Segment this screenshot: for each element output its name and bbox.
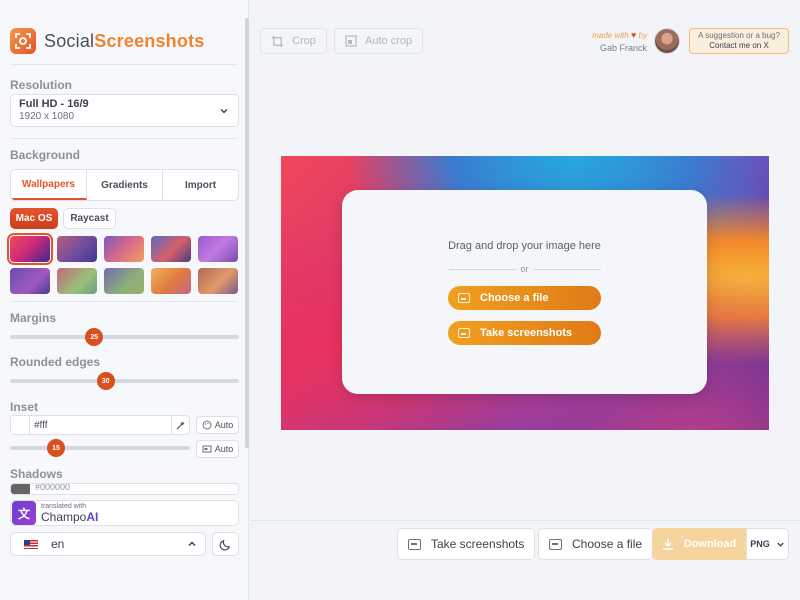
tab-import[interactable]: Import: [163, 170, 238, 200]
bottom-divider: [250, 520, 800, 521]
author-name[interactable]: Gab Franck: [573, 43, 647, 53]
sidebar: SocialScreenshots Resolution Full HD - 1…: [0, 0, 249, 600]
bottom-choose-file-button[interactable]: Choose a file: [538, 528, 654, 560]
inset-title: Inset: [10, 400, 39, 414]
bottom-take-screenshots-label: Take screenshots: [431, 537, 525, 551]
chevron-up-icon: [188, 541, 196, 547]
avatar[interactable]: [654, 28, 680, 54]
translate-icon: 文: [12, 501, 36, 525]
wallpaper-thumb-big-sur-red[interactable]: [7, 233, 53, 265]
take-screenshots-label: Take screenshots: [480, 327, 573, 339]
rounded-edges-title: Rounded edges: [10, 355, 101, 369]
palette-icon: [202, 420, 212, 430]
image-icon: [458, 293, 470, 303]
download-button[interactable]: Download: [652, 528, 746, 560]
image-icon: [202, 445, 212, 453]
wallpaper-thumb-hills-green[interactable]: [57, 268, 97, 294]
tab-wallpapers[interactable]: Wallpapers: [11, 170, 87, 200]
wallpaper-thumb-sunset-purple[interactable]: [104, 236, 144, 262]
logo-icon: [10, 28, 36, 54]
auto-crop-button[interactable]: Auto crop: [334, 28, 424, 54]
choose-file-button[interactable]: Choose a file: [448, 286, 601, 310]
app-logo[interactable]: SocialScreenshots: [10, 28, 204, 54]
screen-icon: [408, 538, 421, 550]
resolution-value: Full HD - 16/9: [19, 98, 89, 110]
contact-button[interactable]: A suggestion or a bug? Contact me on X: [689, 28, 789, 54]
crop-button[interactable]: Crop: [260, 28, 327, 54]
chevron-down-icon: [777, 542, 784, 547]
inset-color-swatch[interactable]: [11, 416, 30, 434]
crop-label: Crop: [292, 35, 316, 47]
app-name: SocialScreenshots: [44, 30, 205, 51]
take-screenshots-button[interactable]: Take screenshots: [448, 321, 601, 345]
inset-color-field[interactable]: #fff: [10, 415, 190, 435]
us-flag-icon: [24, 539, 38, 549]
screen-icon: [458, 328, 470, 338]
wallpaper-thumb-lavender[interactable]: [198, 236, 238, 262]
bottom-choose-file-label: Choose a file: [572, 537, 643, 551]
subtab-raycast[interactable]: Raycast: [63, 208, 116, 229]
margins-title: Margins: [10, 311, 57, 325]
bottom-take-screenshots-button[interactable]: Take screenshots: [397, 528, 536, 560]
resolution-title: Resolution: [10, 78, 72, 92]
resolution-select[interactable]: Full HD - 16/9 1920 x 1080: [10, 94, 239, 127]
heart-icon: ♥: [630, 30, 637, 40]
or-label: or: [342, 264, 707, 274]
wallpaper-thumb-violet-wave[interactable]: [10, 268, 50, 294]
tab-gradients[interactable]: Gradients: [87, 170, 163, 200]
subtab-macos[interactable]: Mac OS: [10, 208, 58, 229]
format-select[interactable]: PNG: [746, 528, 789, 560]
shadows-title: Shadows: [10, 467, 63, 481]
margins-slider-handle[interactable]: 25: [85, 328, 104, 346]
chevron-down-icon: [220, 108, 228, 114]
wallpaper-thumb-meadow[interactable]: [104, 268, 144, 294]
background-tabs: Wallpapers Gradients Import: [10, 169, 239, 201]
auto-crop-label: Auto crop: [365, 35, 413, 47]
wallpaper-thumb-dusk-pink[interactable]: [57, 236, 97, 262]
resolution-size: 1920 x 1080: [19, 111, 75, 122]
wallpaper-thumb-desert-orange[interactable]: [151, 268, 191, 294]
inset-color-value[interactable]: #fff: [34, 420, 171, 431]
image-icon: [549, 538, 562, 550]
shadow-color-swatch[interactable]: [11, 484, 30, 494]
rounded-edges-slider-handle[interactable]: 30: [96, 372, 115, 390]
champo-ai-badge[interactable]: 文 translated with ChampoAI: [10, 500, 239, 526]
made-by: made with ♥ by Gab Franck: [573, 30, 647, 53]
auto-crop-icon: [345, 35, 357, 47]
champo-brand: ChampoAI: [41, 510, 99, 524]
dark-mode-toggle[interactable]: [212, 532, 239, 556]
drop-zone[interactable]: Drag and drop your image here or Choose …: [342, 190, 707, 394]
download-label: Download: [683, 538, 737, 550]
wallpaper-thumb-mountain-blue[interactable]: [151, 236, 191, 262]
contact-label: Contact me on X: [709, 41, 769, 50]
suggestion-label: A suggestion or a bug?: [698, 31, 780, 40]
choose-file-label: Choose a file: [480, 292, 549, 304]
divider: [10, 64, 238, 65]
drag-drop-text: Drag and drop your image here: [448, 240, 601, 252]
download-icon: [662, 539, 673, 550]
made-with-line: made with ♥ by: [592, 30, 647, 40]
shadow-color-value[interactable]: #000000: [35, 484, 70, 492]
language-select[interactable]: en: [10, 532, 206, 556]
inset-auto-size-button[interactable]: Auto: [196, 440, 239, 458]
inset-auto-color-button[interactable]: Auto: [196, 416, 239, 434]
background-title: Background: [10, 148, 81, 162]
inset-slider[interactable]: [10, 446, 190, 450]
divider: [10, 138, 238, 139]
crop-icon: [271, 35, 284, 47]
wallpaper-thumb-canyon[interactable]: [198, 268, 238, 294]
format-value: PNG: [750, 539, 770, 549]
rounded-edges-slider[interactable]: [10, 379, 239, 383]
margins-slider[interactable]: [10, 335, 239, 339]
sidebar-scrollbar[interactable]: [245, 18, 249, 448]
moon-icon: [219, 539, 231, 550]
language-code: en: [51, 537, 65, 551]
divider: [10, 301, 238, 302]
auto-label: Auto: [214, 420, 234, 430]
auto-label: Auto: [214, 444, 234, 454]
eyedropper-icon[interactable]: [171, 416, 189, 434]
shadow-color-field[interactable]: #000000: [10, 483, 239, 495]
inset-slider-handle[interactable]: 15: [47, 439, 65, 457]
